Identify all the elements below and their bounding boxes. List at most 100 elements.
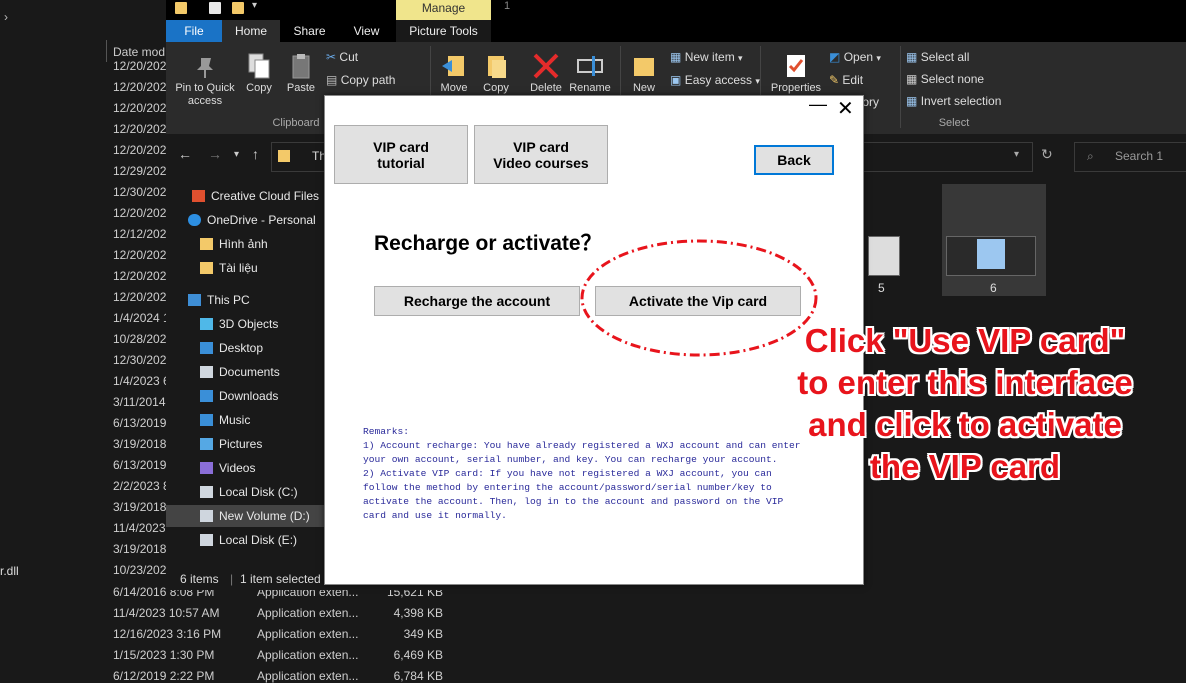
creative-cloud-icon [192, 190, 205, 202]
tab-view[interactable]: View [339, 20, 394, 42]
background-row-date[interactable]: 12/16/2023 3:16 PM [113, 627, 221, 641]
nav-item[interactable]: Creative Cloud Files [166, 185, 326, 207]
date-modified-column-header[interactable]: Date mod [113, 45, 165, 59]
nav-item[interactable]: Documents [166, 361, 326, 383]
nav-item[interactable]: Pictures [166, 433, 326, 455]
nav-item[interactable]: Local Disk (C:) [166, 481, 326, 503]
nav-item[interactable]: Videos [166, 457, 326, 479]
properties-quick-icon[interactable] [209, 2, 221, 14]
background-date-cell: 12/29/202 [113, 164, 167, 178]
up-arrow-icon[interactable]: ↑ [252, 146, 259, 162]
select-group-label: Select [938, 117, 970, 129]
background-row-size[interactable]: 6,469 KB [380, 648, 443, 662]
new-folder-button[interactable]: New [626, 52, 662, 94]
background-row-type[interactable]: Application exten... [257, 627, 358, 641]
background-date-cell: 12/30/202 [113, 353, 167, 367]
quick-access-dropdown-icon[interactable]: ▾ [252, 0, 257, 11]
pin-to-quick-access-button[interactable]: Pin to Quick access [170, 52, 240, 108]
paste-icon [287, 52, 315, 80]
videos-icon [200, 462, 213, 474]
properties-button[interactable]: Properties [766, 52, 826, 94]
background-date-cell: 1/4/2023 6 [113, 374, 170, 388]
thumbnail-item-selected[interactable]: 6 [942, 184, 1046, 296]
title-bar: ▾ Manage 1 [166, 0, 1186, 20]
nav-item[interactable]: Desktop [166, 337, 326, 359]
refresh-icon[interactable]: ↻ [1041, 146, 1053, 163]
background-row-size[interactable]: 349 KB [380, 627, 443, 641]
background-row-type[interactable]: Application exten... [257, 669, 358, 683]
status-separator: | [230, 572, 234, 586]
move-to-button[interactable]: Move [434, 52, 474, 94]
thumbnail-image-6 [946, 236, 1036, 276]
new-item-button[interactable]: ▦ New item ▾ [670, 50, 743, 64]
forward-arrow-icon[interactable]: → [208, 146, 222, 162]
rename-button[interactable]: Rename [568, 52, 612, 94]
folder-icon [175, 2, 187, 14]
address-dropdown-icon[interactable]: ▾ [1014, 149, 1019, 160]
background-row-date[interactable]: 11/4/2023 10:57 AM [113, 606, 220, 620]
edit-button[interactable]: ✎ Edit [829, 73, 863, 87]
nav-item[interactable]: OneDrive - Personal [166, 209, 326, 231]
vip-card-video-courses-button[interactable]: VIP card Video courses [474, 125, 608, 184]
open-button[interactable]: ◩ Open ▾ [829, 50, 881, 64]
tab-file[interactable]: File [166, 20, 222, 42]
nav-item-label: This PC [207, 293, 250, 307]
cut-button[interactable]: ✂ Cut [326, 50, 358, 64]
background-date-cell: 6/13/2019 [113, 416, 167, 430]
vip-card-tutorial-button[interactable]: VIP card tutorial [334, 125, 468, 184]
nav-item-label: Videos [219, 461, 256, 475]
delete-button[interactable]: Delete [524, 52, 568, 94]
background-date-cell: 12/12/202 [113, 227, 167, 241]
back-arrow-icon[interactable]: ← [178, 146, 192, 162]
select-none-button[interactable]: ▦ Select none [906, 72, 984, 86]
background-file-name[interactable]: r.dll [0, 564, 19, 578]
copy-to-button[interactable]: Copy [476, 52, 516, 94]
nav-item[interactable]: New Volume (D:) [166, 505, 326, 527]
nav-item[interactable]: 3D Objects [166, 313, 326, 335]
copy-button[interactable]: Copy [242, 52, 276, 94]
nav-item[interactable]: Music [166, 409, 326, 431]
background-date-cell: 3/19/2018 [113, 500, 167, 514]
activate-vip-card-button[interactable]: Activate the Vip card [595, 286, 801, 316]
invert-selection-button[interactable]: ▦ Invert selection [906, 94, 1001, 108]
background-row-date[interactable]: 1/15/2023 1:30 PM [113, 648, 214, 662]
search-input[interactable]: ⌕ Search 1 [1074, 142, 1186, 172]
edit-icon: ✎ [829, 73, 840, 87]
back-button[interactable]: Back [754, 145, 834, 175]
tab-picture-tools[interactable]: Picture Tools [396, 20, 491, 42]
chevron-down-icon: ▾ [876, 53, 881, 63]
close-icon[interactable]: ✕ [837, 96, 854, 121]
background-date-cell: 12/20/202 [113, 248, 167, 262]
paste-button[interactable]: Paste [284, 52, 318, 94]
copy-path-button[interactable]: ▤ Copy path [326, 73, 395, 87]
cube-icon [200, 318, 213, 330]
move-to-icon [440, 52, 468, 80]
tab-home[interactable]: Home [222, 20, 280, 42]
pictures-icon [200, 438, 213, 450]
select-all-button[interactable]: ▦ Select all [906, 50, 969, 64]
nav-item[interactable]: Tài liệu [166, 257, 326, 279]
recharge-account-button[interactable]: Recharge the account [374, 286, 580, 316]
copy-to-icon [482, 52, 510, 80]
background-date-cell: 3/11/2014 [113, 395, 166, 409]
nav-item[interactable]: This PC [166, 289, 326, 311]
nav-item[interactable]: Downloads [166, 385, 326, 407]
background-row-date[interactable]: 6/12/2019 2:22 PM [113, 669, 214, 683]
background-row-type[interactable]: Application exten... [257, 606, 358, 620]
nav-item[interactable]: Hình ảnh [166, 233, 326, 255]
background-row-size[interactable]: 6,784 KB [380, 669, 443, 683]
minimize-icon[interactable]: — [809, 94, 827, 115]
easy-access-button[interactable]: ▣ Easy access ▾ [670, 73, 760, 87]
new-folder-quick-icon[interactable] [232, 2, 244, 14]
nav-item[interactable]: Local Disk (E:) [166, 529, 326, 551]
properties-icon [782, 52, 810, 80]
recent-locations-chevron-icon[interactable]: ▾ [234, 149, 239, 160]
thumbnail-label: 5 [878, 281, 885, 295]
tab-manage[interactable]: Manage [396, 0, 491, 20]
music-icon [200, 414, 213, 426]
tab-share[interactable]: Share [282, 20, 337, 42]
background-date-cell: 10/28/202 [113, 332, 167, 346]
background-row-type[interactable]: Application exten... [257, 648, 358, 662]
background-row-size[interactable]: 4,398 KB [380, 606, 443, 620]
thumbnail-image-5[interactable] [868, 236, 900, 276]
